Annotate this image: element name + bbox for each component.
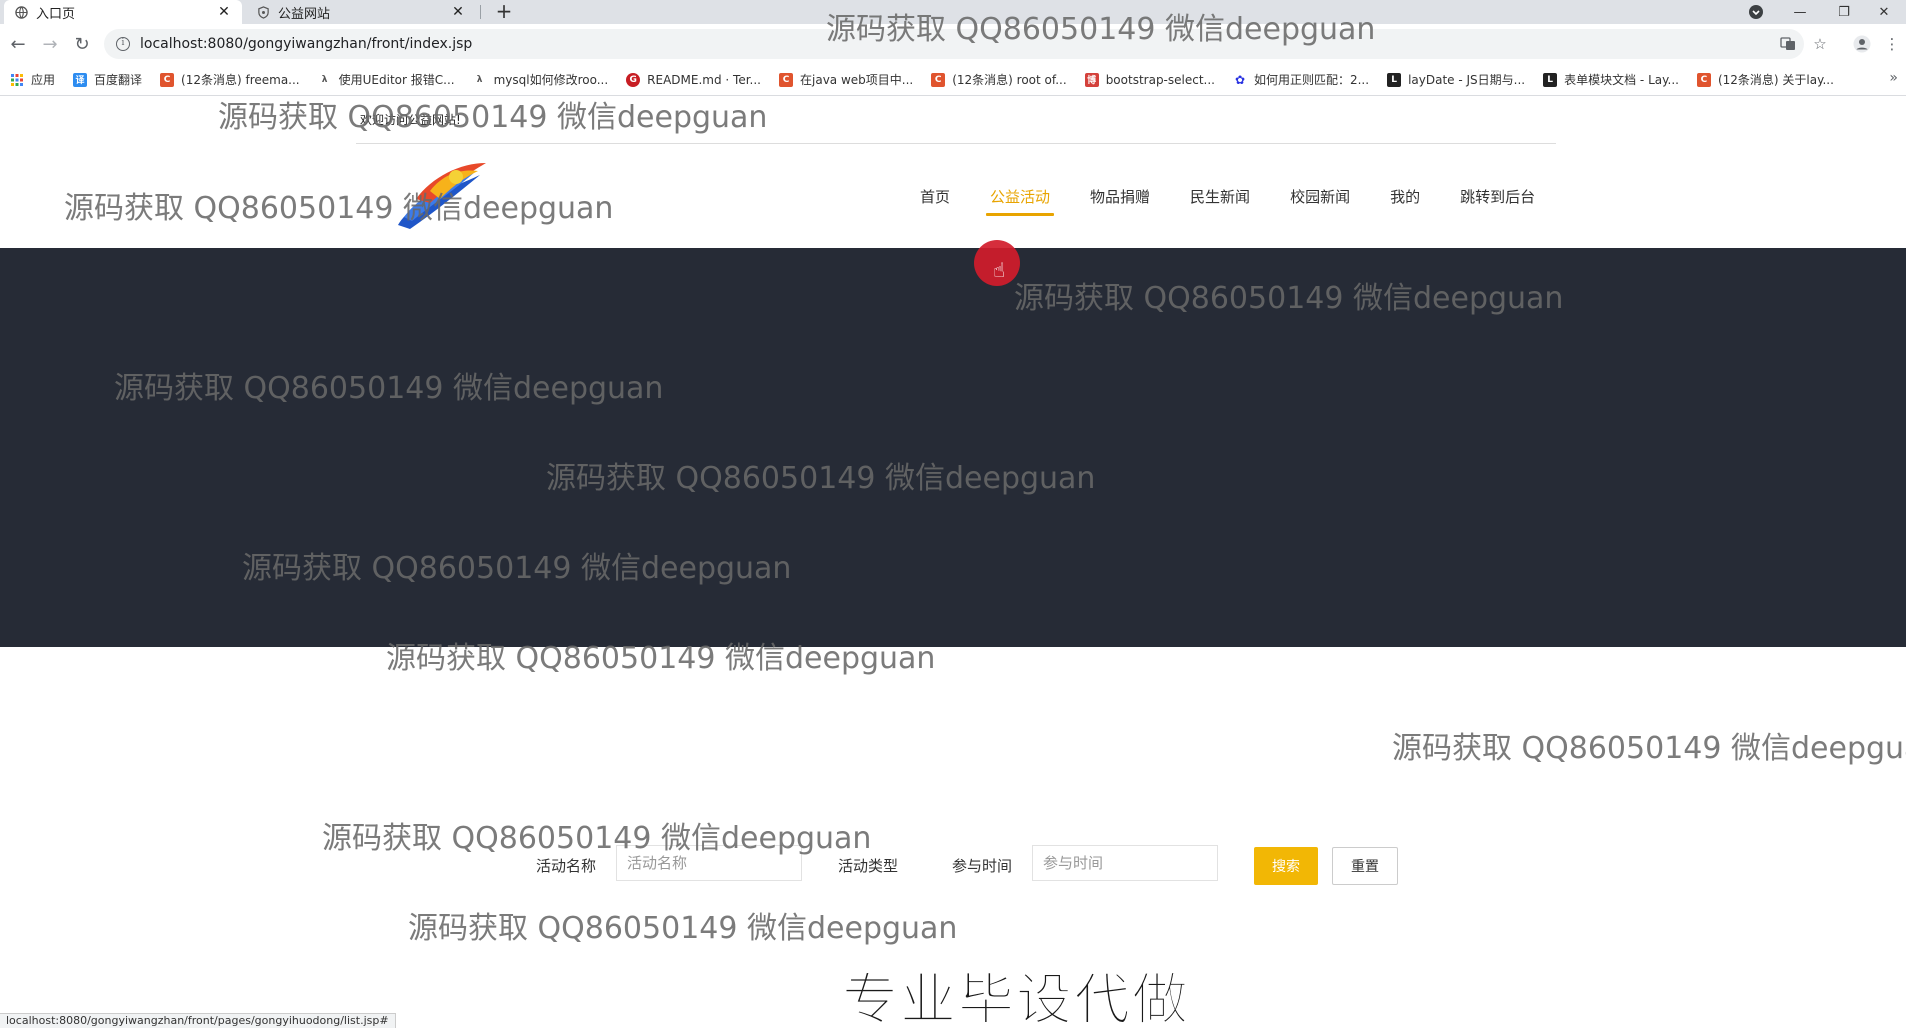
bookmark-item[interactable]: ✿ 如何用正则匹配：2... xyxy=(1233,71,1369,88)
bookmark-label: (12条消息) freema... xyxy=(181,73,300,87)
participation-time-input[interactable] xyxy=(1032,845,1218,881)
more-bookmarks-icon[interactable]: » xyxy=(1889,70,1898,86)
browser-menu-icon[interactable]: ⋮ xyxy=(1880,32,1904,56)
bookmark-label: 在java web项目中... xyxy=(800,73,914,87)
bookmark-label: README.md · Ter... xyxy=(647,72,761,87)
minimize-icon[interactable]: — xyxy=(1778,0,1822,24)
gitee-icon: G xyxy=(626,72,641,87)
profile-dropdown-icon[interactable] xyxy=(1734,0,1778,24)
address-bar[interactable]: i localhost:8080/gongyiwangzhan/front/in… xyxy=(104,29,1804,59)
site-logo[interactable] xyxy=(396,159,492,231)
participation-time-label: 参与时间 xyxy=(952,857,1013,875)
bookmark-item[interactable]: C (12条消息) 关于lay... xyxy=(1696,71,1834,88)
bookmark-item[interactable]: 译百度翻译 xyxy=(73,71,142,88)
csdn-icon: C xyxy=(931,72,946,87)
cnblogs-icon: 博 xyxy=(1084,72,1099,87)
apps-grid-icon xyxy=(10,73,24,87)
bookmark-label: (12条消息) root of... xyxy=(952,73,1067,87)
csdn-icon: C xyxy=(1696,72,1711,87)
tab-separator xyxy=(480,5,481,19)
new-tab-icon[interactable]: + xyxy=(494,0,514,24)
hand-cursor-icon: ☝ xyxy=(993,258,1006,282)
close-tab-icon[interactable]: ✕ xyxy=(216,4,232,20)
close-window-icon[interactable]: ✕ xyxy=(1862,0,1906,24)
nav-charity-activities[interactable]: 公益活动 xyxy=(970,181,1070,216)
nav-admin-backend[interactable]: 跳转到后台 xyxy=(1440,181,1555,213)
bookmark-label: 百度翻译 xyxy=(94,73,143,87)
reset-button[interactable]: 重置 xyxy=(1332,847,1398,885)
nav-livelihood-news[interactable]: 民生新闻 xyxy=(1170,181,1270,213)
tab-entry-page[interactable]: 入口页 ✕ xyxy=(4,0,242,24)
bookmark-label: 使用UEditor 报错C... xyxy=(338,73,455,87)
address-url: localhost:8080/gongyiwangzhan/front/inde… xyxy=(140,36,473,52)
tab-title: 入口页 xyxy=(36,6,76,22)
translate-page-icon[interactable] xyxy=(1776,32,1800,56)
bookmark-item[interactable]: C 在java web项目中... xyxy=(779,71,913,88)
account-avatar-icon[interactable] xyxy=(1850,32,1874,56)
bookmark-item[interactable]: 博 bootstrap-select... xyxy=(1084,72,1215,87)
bookmark-label: (12条消息) 关于lay... xyxy=(1717,73,1834,87)
translate-icon: 译 xyxy=(73,72,88,87)
layui-icon: L xyxy=(1543,72,1558,87)
activity-type-label: 活动类型 xyxy=(838,857,899,875)
nav-item-donation[interactable]: 物品捐赠 xyxy=(1070,181,1170,213)
nav-home[interactable]: 首页 xyxy=(900,181,970,213)
bookmark-label: layDate - JS日期与... xyxy=(1408,73,1526,87)
activity-name-label: 活动名称 xyxy=(536,857,597,875)
bookmarks-bar: 应用 译百度翻译 C (12条消息) freema... λ 使用UEditor 报… xyxy=(0,64,1906,96)
welcome-text: 欢迎访问公益网站! xyxy=(360,113,461,127)
activity-name-input[interactable] xyxy=(616,845,802,881)
site-info-icon[interactable]: i xyxy=(116,37,130,51)
status-bar-url: localhost:8080/gongyiwangzhan/front/page… xyxy=(0,1013,396,1028)
bookmark-apps[interactable]: 应用 xyxy=(10,71,55,88)
tab-title: 公益网站 xyxy=(278,6,331,22)
bookmark-label: bootstrap-select... xyxy=(1105,72,1215,87)
layui-icon: L xyxy=(1387,72,1402,87)
bookmark-item[interactable]: C (12条消息) freema... xyxy=(160,71,300,88)
bookmark-label: mysql如何修改roo... xyxy=(493,73,609,87)
bookmark-label: 应用 xyxy=(31,73,56,87)
csdn-icon: C xyxy=(779,72,793,87)
bookmark-label: 如何用正则匹配：2... xyxy=(1253,73,1370,87)
main-navigation: 首页 公益活动 物品捐赠 民生新闻 校园新闻 我的 跳转到后台 xyxy=(900,181,1555,216)
browser-tab-strip: 入口页 ✕ 公益网站 ✕ + — ❐ ✕ xyxy=(0,0,1906,24)
globe-icon xyxy=(14,5,28,19)
search-button[interactable]: 搜索 xyxy=(1254,847,1318,885)
lambda-icon: λ xyxy=(476,74,483,85)
reload-icon[interactable]: ↻ xyxy=(70,32,94,56)
bookmark-label: 表单模块文档 - Lay... xyxy=(1564,73,1679,87)
nav-campus-news[interactable]: 校园新闻 xyxy=(1270,181,1370,213)
bookmark-item[interactable]: L 表单模块文档 - Lay... xyxy=(1543,71,1679,88)
header-divider xyxy=(356,143,1556,144)
back-arrow-icon[interactable]: ← xyxy=(6,32,30,56)
bookmark-star-icon[interactable]: ☆ xyxy=(1808,32,1832,56)
bookmark-item[interactable]: C (12条消息) root of... xyxy=(931,71,1067,88)
page-content: 欢迎访问公益网站! 首页 公益活动 物品捐赠 民生新闻 校园新闻 我的 跳转到后… xyxy=(0,97,1906,1028)
banner-carousel[interactable] xyxy=(0,248,1906,647)
browser-toolbar: ← → ↻ i localhost:8080/gongyiwangzhan/fr… xyxy=(0,24,1906,64)
restore-icon[interactable]: ❐ xyxy=(1822,0,1866,24)
bookmark-item[interactable]: G README.md · Ter... xyxy=(626,72,761,87)
close-tab-icon[interactable]: ✕ xyxy=(450,4,466,20)
tab-charity-site[interactable]: 公益网站 ✕ xyxy=(246,0,476,24)
promo-overlay-text: 专业毕设代做 xyxy=(842,968,1190,1028)
shield-icon xyxy=(256,5,270,19)
csdn-icon: C xyxy=(160,72,175,87)
lambda-icon: λ xyxy=(321,74,328,85)
activity-search-form: 活动名称 活动类型 参与时间 搜索 重置 xyxy=(0,845,1906,885)
forward-arrow-icon[interactable]: → xyxy=(38,32,62,56)
nav-mine[interactable]: 我的 xyxy=(1370,181,1440,213)
bookmark-item[interactable]: λ 使用UEditor 报错C... xyxy=(318,71,455,88)
baidu-paw-icon: ✿ xyxy=(1234,72,1246,87)
bookmark-item[interactable]: λ mysql如何修改roo... xyxy=(473,71,609,88)
bookmark-item[interactable]: LlayDate - JS日期与... xyxy=(1387,71,1525,88)
